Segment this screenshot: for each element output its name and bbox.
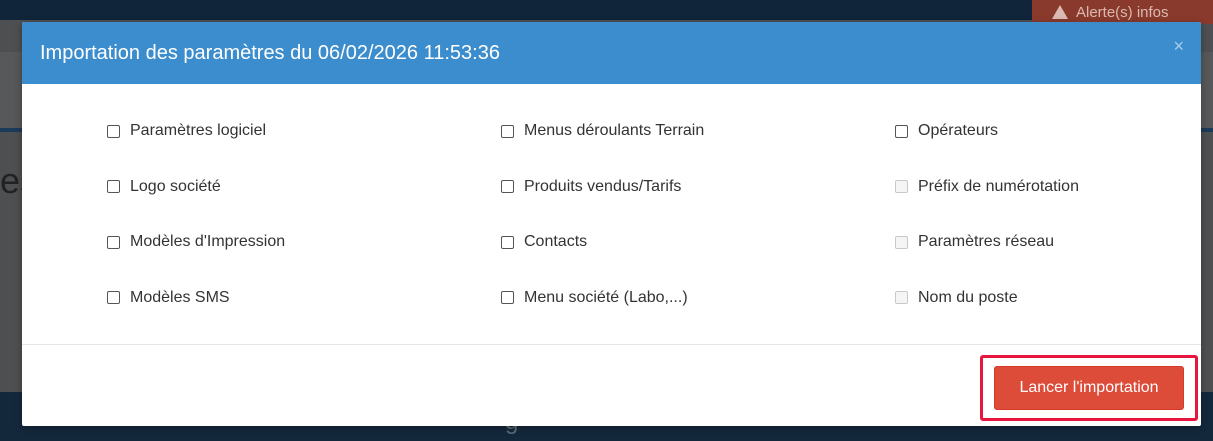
start-import-button[interactable]: Lancer l'importation: [994, 366, 1184, 410]
checkbox[interactable]: [501, 235, 514, 249]
modal-title: Importation des paramètres du 06/02/2026…: [40, 41, 500, 64]
option-modeles-sms[interactable]: Modèles SMS: [107, 283, 501, 313]
option-operateurs[interactable]: Opérateurs: [895, 116, 1195, 146]
option-label: Modèles SMS: [130, 288, 230, 306]
checkbox[interactable]: [501, 180, 514, 193]
option-parametres-logiciel[interactable]: Paramètres logiciel: [107, 116, 501, 146]
checkbox-disabled: [895, 291, 908, 304]
option-label: Opérateurs: [918, 122, 999, 139]
option-label: Nom du poste: [918, 288, 1018, 306]
checkbox[interactable]: [107, 235, 120, 249]
option-prefix-numerotation: Préfix de numérotation: [895, 172, 1195, 202]
option-label: Paramètres réseau: [918, 233, 1055, 250]
checkbox-disabled: [895, 235, 908, 249]
option-produits-vendus-tarifs[interactable]: Produits vendus/Tarifs: [501, 172, 895, 202]
option-label: Modèles d'Impression: [130, 233, 286, 250]
checkbox[interactable]: [107, 180, 120, 193]
option-label: Contacts: [524, 233, 588, 250]
warning-icon: [1052, 5, 1068, 19]
modal-footer: Lancer l'importation: [22, 344, 1201, 426]
option-contacts[interactable]: Contacts: [501, 227, 895, 257]
background-alert-label: Alerte(s) infos: [1076, 3, 1169, 21]
option-menu-societe[interactable]: Menu société (Labo,...): [501, 283, 895, 313]
option-menus-deroulants-terrain[interactable]: Menus déroulants Terrain: [501, 116, 895, 146]
option-modeles-impression[interactable]: Modèles d'Impression: [107, 227, 501, 257]
close-icon[interactable]: ×: [1173, 36, 1184, 57]
import-settings-modal: Importation des paramètres du 06/02/2026…: [22, 22, 1201, 426]
option-label: Produits vendus/Tarifs: [524, 177, 682, 195]
checkbox[interactable]: [895, 124, 908, 138]
option-label: Menu société (Labo,...): [524, 288, 688, 306]
option-label: Paramètres logiciel: [130, 122, 267, 139]
import-options-grid: Paramètres logiciel Menus déroulants Ter…: [107, 116, 1201, 338]
option-parametres-reseau: Paramètres réseau: [895, 227, 1195, 257]
option-label: Préfix de numérotation: [918, 177, 1079, 195]
checkbox[interactable]: [501, 124, 514, 138]
option-label: Menus déroulants Terrain: [524, 122, 705, 139]
checkbox[interactable]: [107, 124, 120, 138]
option-nom-du-poste: Nom du poste: [895, 283, 1195, 313]
option-label: Logo société: [130, 177, 221, 195]
option-logo-societe[interactable]: Logo société: [107, 172, 501, 202]
checkbox[interactable]: [501, 291, 514, 304]
modal-header: Importation des paramètres du 06/02/2026…: [22, 22, 1201, 84]
checkbox[interactable]: [107, 291, 120, 304]
checkbox-disabled: [895, 180, 908, 193]
background-alert-badge: Alerte(s) infos: [1032, 0, 1213, 24]
